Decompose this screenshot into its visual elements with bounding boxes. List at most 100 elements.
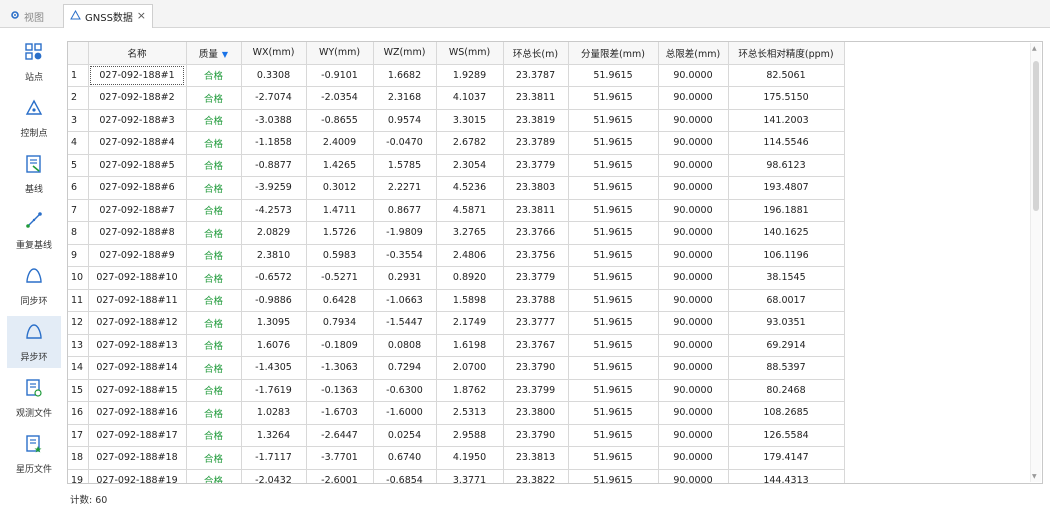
table-cell[interactable]: 108.2685	[728, 401, 845, 425]
row-number[interactable]: 3	[68, 109, 89, 132]
table-cell[interactable]: 2.9588	[436, 424, 504, 447]
table-cell[interactable]: 4.5871	[436, 199, 504, 222]
table-cell[interactable]: 90.0000	[658, 334, 729, 357]
loop-name-cell[interactable]: 027-092-188#5	[88, 154, 187, 177]
quality-cell[interactable]: 合格	[186, 356, 242, 380]
table-cell[interactable]: 23.3790	[503, 424, 569, 447]
table-cell[interactable]: 51.9615	[568, 154, 659, 177]
table-cell[interactable]: 23.3811	[503, 86, 569, 110]
column-header[interactable]: 分量限差(mm)	[568, 42, 659, 65]
table-cell[interactable]: 1.6682	[373, 64, 437, 87]
loop-name-cell[interactable]: 027-092-188#18	[88, 446, 187, 470]
table-cell[interactable]: -2.7074	[241, 86, 307, 110]
table-cell[interactable]: -2.0432	[241, 469, 307, 483]
column-header-quality[interactable]: 质量 ▼	[186, 42, 242, 65]
table-cell[interactable]: 0.0254	[373, 424, 437, 447]
table-cell[interactable]: 90.0000	[658, 379, 729, 402]
table-cell[interactable]: 23.3767	[503, 334, 569, 357]
table-cell[interactable]: 51.9615	[568, 266, 659, 290]
row-number[interactable]: 1	[68, 64, 89, 87]
table-row[interactable]: 19 027-092-188#19 合格 -2.0432 -2.6001 -0.6854 3…	[68, 469, 845, 483]
table-cell[interactable]: -0.1363	[306, 379, 374, 402]
table-cell[interactable]: 0.7934	[306, 311, 374, 335]
row-number[interactable]: 15	[68, 379, 89, 402]
table-cell[interactable]: 51.9615	[568, 401, 659, 425]
table-cell[interactable]: 1.3264	[241, 424, 307, 447]
table-cell[interactable]: -3.7701	[306, 446, 374, 470]
table-cell[interactable]: 193.4807	[728, 176, 845, 200]
table-cell[interactable]: 4.1950	[436, 446, 504, 470]
tab-gnss-data[interactable]: GNSS数据 ×	[63, 4, 153, 28]
table-cell[interactable]: -1.6000	[373, 401, 437, 425]
row-number[interactable]: 13	[68, 334, 89, 357]
table-cell[interactable]: 0.7294	[373, 356, 437, 380]
table-cell[interactable]: 51.9615	[568, 64, 659, 87]
table-cell[interactable]: -0.6572	[241, 266, 307, 290]
quality-cell[interactable]: 合格	[186, 334, 242, 357]
table-cell[interactable]: 1.6198	[436, 334, 504, 357]
row-number[interactable]: 8	[68, 221, 89, 245]
table-cell[interactable]: 51.9615	[568, 109, 659, 132]
loop-name-cell[interactable]: 027-092-188#12	[88, 311, 187, 335]
table-cell[interactable]: -0.9886	[241, 289, 307, 312]
quality-cell[interactable]: 合格	[186, 109, 242, 132]
table-cell[interactable]: 51.9615	[568, 244, 659, 267]
table-cell[interactable]: -1.9809	[373, 221, 437, 245]
row-number[interactable]: 14	[68, 356, 89, 380]
table-row[interactable]: 14 027-092-188#14 合格 -1.4305 -1.3063 0.7294 2.…	[68, 356, 845, 380]
loop-name-cell[interactable]: 027-092-188#8	[88, 221, 187, 245]
sidebar-item-observation-file[interactable]: 观测文件	[7, 372, 61, 424]
table-cell[interactable]: -0.1809	[306, 334, 374, 357]
table-cell[interactable]: 2.0700	[436, 356, 504, 380]
table-cell[interactable]: 0.3308	[241, 64, 307, 87]
table-cell[interactable]: 23.3790	[503, 356, 569, 380]
quality-cell[interactable]: 合格	[186, 199, 242, 222]
table-cell[interactable]: 90.0000	[658, 401, 729, 425]
table-cell[interactable]: 90.0000	[658, 86, 729, 110]
loop-name-cell[interactable]: 027-092-188#13	[88, 334, 187, 357]
loop-name-cell[interactable]: 027-092-188#11	[88, 289, 187, 312]
table-cell[interactable]: -1.4305	[241, 356, 307, 380]
row-number[interactable]: 11	[68, 289, 89, 312]
table-cell[interactable]: 23.3756	[503, 244, 569, 267]
quality-cell[interactable]: 合格	[186, 311, 242, 335]
table-cell[interactable]: 2.4009	[306, 131, 374, 155]
table-cell[interactable]: -2.6001	[306, 469, 374, 483]
table-cell[interactable]: -0.8877	[241, 154, 307, 177]
table-cell[interactable]: -1.3063	[306, 356, 374, 380]
table-cell[interactable]: 90.0000	[658, 289, 729, 312]
table-cell[interactable]: 2.6782	[436, 131, 504, 155]
loop-name-cell[interactable]: 027-092-188#2	[88, 86, 187, 110]
table-cell[interactable]: 68.0017	[728, 289, 845, 312]
table-cell[interactable]: 1.3095	[241, 311, 307, 335]
table-cell[interactable]: 2.3168	[373, 86, 437, 110]
table-cell[interactable]: 90.0000	[658, 311, 729, 335]
sidebar-item-control-point[interactable]: 控制点	[7, 92, 61, 144]
scrollbar-thumb[interactable]	[1033, 61, 1039, 211]
row-number[interactable]: 4	[68, 131, 89, 155]
table-cell[interactable]: 106.1196	[728, 244, 845, 267]
table-cell[interactable]: 23.3819	[503, 109, 569, 132]
column-header[interactable]: WX(mm)	[241, 42, 307, 65]
table-cell[interactable]: 144.4313	[728, 469, 845, 483]
table-row[interactable]: 9 027-092-188#9 合格 2.3810 0.5983 -0.3554 2.480…	[68, 244, 845, 267]
table-cell[interactable]: 2.4806	[436, 244, 504, 267]
table-cell[interactable]: -0.5271	[306, 266, 374, 290]
table-cell[interactable]: -4.2573	[241, 199, 307, 222]
loop-name-cell[interactable]: 027-092-188#17	[88, 424, 187, 447]
column-header[interactable]: 环总长相对精度(ppm)	[728, 42, 845, 65]
table-cell[interactable]: 1.4711	[306, 199, 374, 222]
table-cell[interactable]: 90.0000	[658, 446, 729, 470]
close-icon[interactable]: ×	[137, 9, 146, 22]
quality-cell[interactable]: 合格	[186, 469, 242, 483]
table-cell[interactable]: 0.6428	[306, 289, 374, 312]
quality-cell[interactable]: 合格	[186, 64, 242, 87]
table-cell[interactable]: 0.5983	[306, 244, 374, 267]
scroll-down-icon[interactable]: ▼	[1032, 473, 1037, 480]
table-cell[interactable]: 1.8762	[436, 379, 504, 402]
table-cell[interactable]: 51.9615	[568, 221, 659, 245]
column-header[interactable]: 环总长(m)	[503, 42, 569, 65]
loop-name-cell[interactable]: 027-092-188#7	[88, 199, 187, 222]
table-cell[interactable]: 2.3054	[436, 154, 504, 177]
table-cell[interactable]: 1.5898	[436, 289, 504, 312]
